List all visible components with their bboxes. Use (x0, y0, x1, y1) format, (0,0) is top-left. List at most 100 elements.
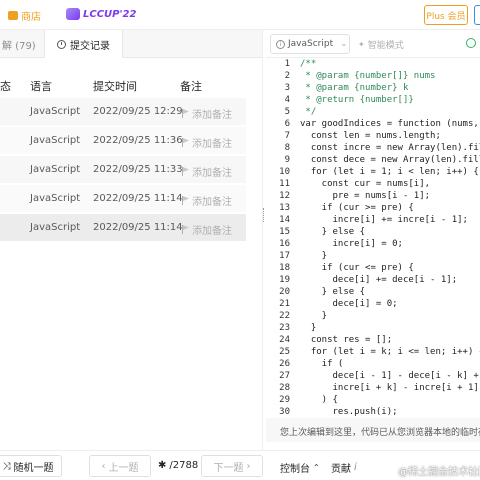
code-line[interactable]: 24 const res = []; (266, 334, 480, 346)
row-language: JavaScript (30, 106, 81, 117)
nav-shop[interactable]: 商店 (8, 8, 41, 23)
code-line[interactable]: 26 if ( (266, 358, 480, 370)
editor-restore-message: 您上次编辑到这里，代码已从您浏览器本地的临时存储中 (266, 418, 480, 442)
timer-icon[interactable] (466, 38, 476, 48)
line-number: 30 (279, 407, 290, 417)
problem-counter-label: /2788 (169, 460, 199, 471)
smart-mode-toggle[interactable]: ✦ 智能模式 (358, 38, 404, 51)
contribute-button[interactable]: 贡献 i (331, 460, 357, 475)
code-line[interactable]: 18 if (cur <= pre) { (266, 262, 480, 274)
next-problem-button[interactable]: 下一题 › (201, 455, 263, 477)
line-number: 16 (279, 239, 290, 249)
table-row[interactable]: JavaScript 2022/09/25 11:14 添加备注 (0, 214, 246, 242)
code-line[interactable]: 12 pre = nums[i - 1]; (266, 190, 480, 202)
plus-member-button[interactable]: Plus 会员 (424, 5, 468, 25)
table-row[interactable]: JavaScript 2022/09/25 11:36 添加备注 (0, 127, 246, 155)
flag-icon (182, 138, 189, 147)
table-row[interactable]: JavaScript 2022/09/25 12:29 添加备注 (0, 98, 246, 126)
code-text: const cur = nums[i], (300, 179, 431, 189)
line-number: 28 (279, 383, 290, 393)
line-number: 27 (279, 371, 290, 381)
code-line[interactable]: 10 for (let i = 1; i < len; i++) { (266, 166, 480, 178)
code-text: pre = nums[i - 1]; (300, 191, 431, 201)
random-problem-button[interactable]: ⤨ 随机一题 (0, 455, 62, 477)
chevron-right-icon: › (246, 460, 251, 472)
code-line[interactable]: 16 incre[i] = 0; (266, 238, 480, 250)
editor-toolbar: i JavaScript ⌄ ✦ 智能模式 (266, 30, 480, 58)
nav-contest[interactable]: LCCUP'22 (66, 8, 136, 20)
code-line[interactable]: 3 * @param {number} k (266, 82, 480, 94)
header-time: 提交时间 (93, 80, 137, 93)
line-number: 2 (284, 71, 290, 81)
tab-submissions-label: 提交记录 (70, 40, 110, 52)
table-row[interactable]: JavaScript 2022/09/25 11:14 添加备注 (0, 185, 246, 213)
code-line[interactable]: 13 if (cur >= pre) { (266, 202, 480, 214)
edge-button[interactable] (474, 5, 480, 25)
row-language: JavaScript (30, 135, 81, 146)
row-language: JavaScript (30, 193, 81, 204)
row-language: JavaScript (30, 222, 81, 233)
code-text: const len = nums.length; (300, 131, 441, 141)
code-line[interactable]: 4 * @return {number[]} (266, 94, 480, 106)
code-line[interactable]: 19 dece[i] += dece[i - 1]; (266, 274, 480, 286)
code-text: if (cur <= pre) { (300, 263, 414, 273)
resize-grip-icon[interactable] (263, 208, 265, 222)
code-line[interactable]: 5 */ (266, 106, 480, 118)
code-line[interactable]: 1 /** (266, 58, 480, 70)
code-line[interactable]: 7 const len = nums.length; (266, 130, 480, 142)
code-line[interactable]: 11 const cur = nums[i], (266, 178, 480, 190)
code-line[interactable]: 27 dece[i - 1] - dece[i - k] + 1 == (266, 370, 480, 382)
add-note-label: 添加备注 (192, 139, 232, 150)
code-line[interactable]: 6 var goodIndices = function (nums, k) { (266, 118, 480, 130)
console-button[interactable]: 控制台 ⌃ (280, 460, 320, 475)
code-line[interactable]: 14 incre[i] += incre[i - 1]; (266, 214, 480, 226)
line-number: 6 (284, 119, 290, 129)
add-note-button[interactable]: 添加备注 (182, 193, 232, 208)
code-text: for (let i = 1; i < len; i++) { (300, 167, 479, 177)
add-note-label: 添加备注 (192, 110, 232, 121)
prev-problem-button[interactable]: ‹ 上一题 (89, 455, 151, 477)
code-text: res.push(i); (300, 407, 398, 417)
add-note-button[interactable]: 添加备注 (182, 106, 232, 121)
tab-solutions-label: 解 (79) (2, 40, 36, 52)
nav-contest-label: LCCUP'22 (83, 8, 137, 20)
code-line[interactable]: 15 } else { (266, 226, 480, 238)
table-row[interactable]: JavaScript 2022/09/25 11:33 添加备注 (0, 156, 246, 184)
line-number: 23 (279, 323, 290, 333)
code-line[interactable]: 23 } (266, 322, 480, 334)
language-select[interactable]: i JavaScript ⌄ (270, 34, 350, 54)
code-line[interactable]: 9 const dece = new Array(len).fill(1); (266, 154, 480, 166)
shop-icon (8, 11, 18, 20)
code-text: dece[i - 1] - dece[i - k] + 1 == (332, 371, 479, 381)
line-number: 26 (279, 359, 290, 369)
flag-icon (182, 109, 189, 118)
line-number: 13 (279, 203, 290, 213)
code-line[interactable]: 21 dece[i] = 0; (266, 298, 480, 310)
add-note-button[interactable]: 添加备注 (182, 135, 232, 150)
code-line[interactable]: 28 incre[i + k] - incre[i + 1] + 1 (266, 382, 480, 394)
sparkle-icon: ✦ (358, 40, 365, 49)
add-note-button[interactable]: 添加备注 (182, 222, 232, 237)
code-line[interactable]: 30 res.push(i); (266, 406, 480, 418)
code-line[interactable]: 8 const incre = new Array(len).fill(1); (266, 142, 480, 154)
code-text: const incre = new Array(len).fill(1); (310, 143, 480, 153)
line-number: 4 (284, 95, 290, 105)
clock-icon (57, 39, 66, 49)
code-line[interactable]: 29 ) { (266, 394, 480, 406)
tab-solutions[interactable]: 解 (79) (0, 30, 36, 58)
code-line[interactable]: 17 } (266, 250, 480, 262)
add-note-button[interactable]: 添加备注 (182, 164, 232, 179)
submissions-table-header: 态 语言 提交时间 备注 (0, 70, 246, 98)
row-time: 2022/09/25 11:33 (93, 164, 183, 175)
code-line[interactable]: 22 } (266, 310, 480, 322)
code-line[interactable]: 20 } else { (266, 286, 480, 298)
flag-icon (182, 167, 189, 176)
random-problem-label: 随机一题 (13, 462, 54, 474)
tab-submissions[interactable]: 提交记录 (44, 30, 123, 58)
code-line[interactable]: 2 * @param {number[]} nums (266, 70, 480, 82)
code-text: * @return {number[]} (300, 95, 414, 105)
code-line[interactable]: 25 for (let i = k; i <= len; i++) { (266, 346, 480, 358)
line-number: 10 (279, 167, 290, 177)
code-editor[interactable]: 1/** 2 * @param {number[]} nums 3 * @param… (266, 58, 480, 418)
problem-counter[interactable]: ✱ /2788 (158, 460, 198, 471)
